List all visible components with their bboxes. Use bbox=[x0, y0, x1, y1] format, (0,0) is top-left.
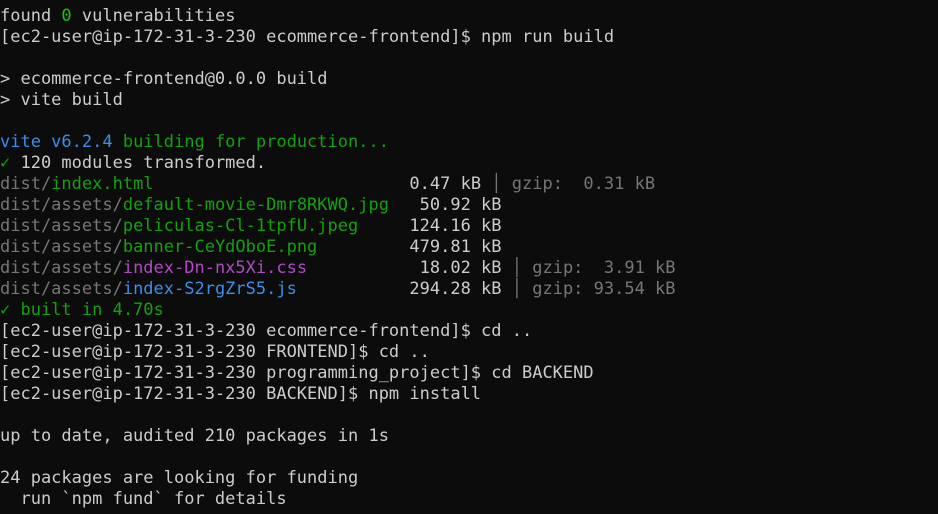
terminal-text-segment: │ gzip: 93.54 kB bbox=[501, 279, 676, 299]
terminal-text-segment: 0 bbox=[61, 6, 72, 26]
terminal-text-segment: dist/assets/ bbox=[0, 195, 123, 215]
terminal-line: dist/assets/index-Dn-nx5Xi.css 18.02 kB … bbox=[0, 258, 938, 279]
terminal-text-segment: index-S2rgZrS5.js bbox=[122, 279, 297, 299]
terminal-line: 24 packages are looking for funding bbox=[0, 468, 938, 489]
terminal-text-segment: 120 modules transformed. bbox=[10, 153, 267, 173]
terminal-text-segment: ✓ bbox=[0, 153, 11, 173]
terminal-output: found 0 vulnerabilities [ec2-user@ip-172-… bbox=[0, 6, 938, 510]
terminal-text-segment: [ec2-user@ip-172-31-3-230 ecommerce-fron… bbox=[0, 27, 615, 47]
terminal-text-segment: 479.81 kB bbox=[317, 237, 502, 257]
terminal-line: ✓ 120 modules transformed. bbox=[0, 153, 938, 174]
terminal-line: found 0 vulnerabilities bbox=[0, 6, 938, 27]
terminal-text-segment: │ gzip: 3.91 kB bbox=[501, 258, 676, 278]
terminal-text-segment: [ec2-user@ip-172-31-3-230 ecommerce-fron… bbox=[0, 321, 533, 341]
terminal-text-segment: building for production... bbox=[112, 132, 389, 152]
terminal-line: dist/assets/banner-CeYdOboE.png 479.81 k… bbox=[0, 237, 938, 258]
terminal-text-segment: 18.02 kB bbox=[307, 258, 502, 278]
terminal-text-segment: 124.16 kB bbox=[358, 216, 502, 236]
terminal-line: dist/assets/peliculas-Cl-1tpfU.jpeg 124.… bbox=[0, 216, 938, 237]
terminal-line: vite v6.2.4 building for production... bbox=[0, 132, 938, 153]
terminal-text-segment: [ec2-user@ip-172-31-3-230 programming_pr… bbox=[0, 363, 594, 383]
terminal-text-segment: [ec2-user@ip-172-31-3-230 FRONTEND]$ cd … bbox=[0, 342, 430, 362]
terminal-line: dist/assets/index-S2rgZrS5.js 294.28 kB … bbox=[0, 279, 938, 300]
terminal-line: dist/index.html 0.47 kB │ gzip: 0.31 kB bbox=[0, 174, 938, 195]
terminal-text-segment: vite v6.2.4 bbox=[0, 132, 113, 152]
terminal-text-segment: > vite build bbox=[0, 90, 123, 110]
terminal-line: ✓ built in 4.70s bbox=[0, 300, 938, 321]
terminal-text-segment: ✓ built in 4.70s bbox=[0, 300, 164, 320]
terminal-window[interactable]: found 0 vulnerabilities [ec2-user@ip-172-… bbox=[0, 0, 938, 514]
terminal-line: [ec2-user@ip-172-31-3-230 FRONTEND]$ cd … bbox=[0, 342, 938, 363]
terminal-line: > ecommerce-frontend@0.0.0 build bbox=[0, 69, 938, 90]
terminal-text-segment: 294.28 kB bbox=[296, 279, 502, 299]
terminal-line: > vite build bbox=[0, 90, 938, 111]
terminal-text-segment: 50.92 kB bbox=[388, 195, 502, 215]
terminal-text-segment: dist/assets/ bbox=[0, 279, 123, 299]
terminal-text-segment: banner-CeYdOboE.png bbox=[122, 237, 318, 257]
terminal-text-segment: index-Dn-nx5Xi.css bbox=[122, 258, 308, 278]
terminal-text-segment: dist/assets/ bbox=[0, 237, 123, 257]
terminal-text-segment: run `npm fund` for details bbox=[0, 489, 287, 509]
terminal-text-segment: index.html bbox=[51, 174, 154, 194]
terminal-text-segment: up to date, audited 210 packages in 1s bbox=[0, 426, 389, 446]
terminal-line: [ec2-user@ip-172-31-3-230 ecommerce-fron… bbox=[0, 27, 938, 48]
terminal-line: run `npm fund` for details bbox=[0, 489, 938, 510]
terminal-text-segment: vulnerabilities bbox=[71, 6, 236, 26]
terminal-text-segment: > ecommerce-frontend@0.0.0 build bbox=[0, 69, 328, 89]
terminal-text-segment: │ gzip: 0.31 kB bbox=[481, 174, 656, 194]
terminal-text-segment: 24 packages are looking for funding bbox=[0, 468, 359, 488]
terminal-text-segment: found bbox=[0, 6, 62, 26]
terminal-text-segment: default-movie-Dmr8RKWQ.jpg bbox=[122, 195, 389, 215]
terminal-line: up to date, audited 210 packages in 1s bbox=[0, 426, 938, 447]
terminal-text-segment: 0.47 kB bbox=[153, 174, 482, 194]
terminal-text-segment: dist/assets/ bbox=[0, 216, 123, 236]
terminal-text-segment: [ec2-user@ip-172-31-3-230 BACKEND]$ npm … bbox=[0, 384, 482, 404]
terminal-text-segment: peliculas-Cl-1tpfU.jpeg bbox=[122, 216, 359, 236]
terminal-text-segment: dist/assets/ bbox=[0, 258, 123, 278]
terminal-line: dist/assets/default-movie-Dmr8RKWQ.jpg 5… bbox=[0, 195, 938, 216]
terminal-line: [ec2-user@ip-172-31-3-230 ecommerce-fron… bbox=[0, 321, 938, 342]
terminal-text-segment: dist/ bbox=[0, 174, 52, 194]
terminal-line: [ec2-user@ip-172-31-3-230 programming_pr… bbox=[0, 363, 938, 384]
terminal-line: [ec2-user@ip-172-31-3-230 BACKEND]$ npm … bbox=[0, 384, 938, 405]
